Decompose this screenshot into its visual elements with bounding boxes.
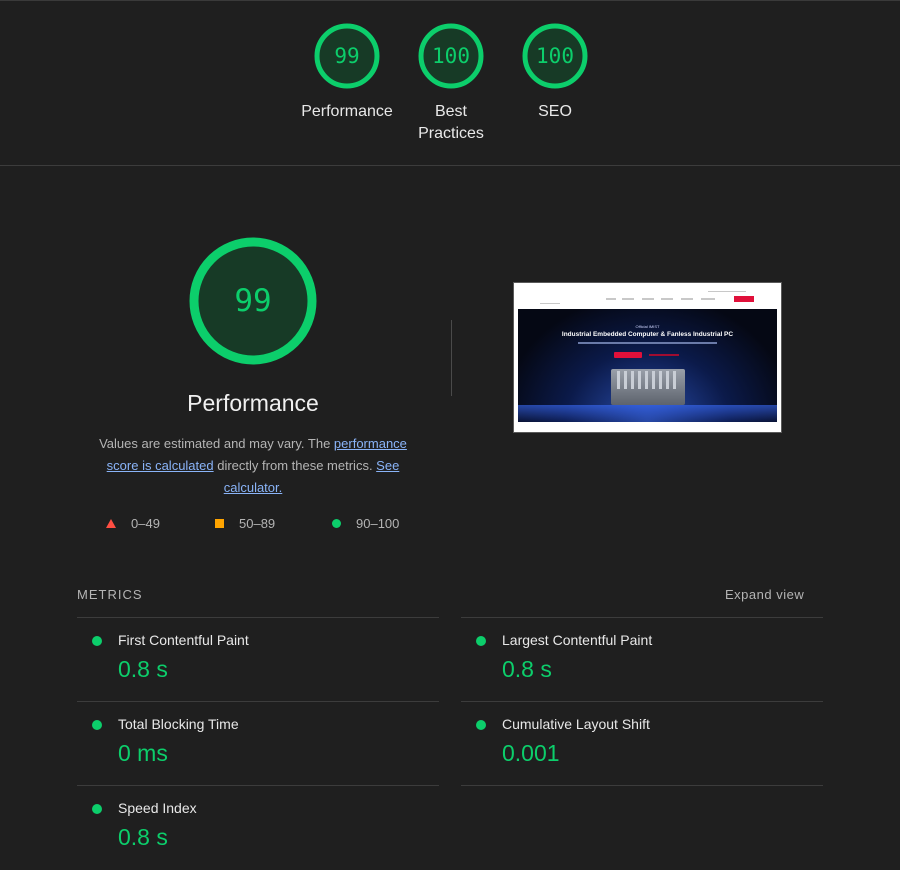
hero-kicker: Official IMIST [635, 324, 660, 329]
fin [652, 371, 655, 389]
hero-title: Industrial Embedded Computer & Fanless I… [561, 331, 734, 338]
nav-cta [734, 296, 754, 302]
pass-icon [92, 804, 102, 814]
screenshot-hero: Official IMIST Industrial Embedded Compu… [518, 309, 777, 422]
gauge-label-best-practices[interactable]: Best Practices [391, 101, 511, 145]
nav-link [661, 298, 673, 300]
screenshot-page: Official IMIST Industrial Embedded Compu… [518, 287, 777, 428]
metric-title: Total Blocking Time [118, 716, 239, 732]
divider [451, 320, 452, 396]
nav-topline [708, 291, 746, 292]
metric-largest-contentful-paint: Largest Contentful Paint 0.8 s [461, 617, 823, 702]
fin [617, 371, 620, 389]
nav-link [606, 298, 616, 300]
performance-score: 99 [234, 283, 272, 319]
fin [638, 371, 641, 389]
metrics-divider [461, 785, 823, 786]
legend-range: 0–49 [131, 516, 160, 531]
metric-value: 0.8 s [118, 656, 168, 682]
fin [673, 371, 676, 389]
performance-description: Values are estimated and may vary. The p… [86, 433, 420, 499]
performance-title: Performance [187, 390, 319, 416]
gauge-score: 100 [536, 44, 574, 68]
score-legend: 0–49 50–89 90–100 [0, 516, 500, 536]
gauge-performance[interactable]: 99 [313, 22, 381, 90]
gauge-best-practices[interactable]: 100 [417, 22, 485, 90]
fin [624, 371, 627, 389]
metric-value: 0.8 s [118, 824, 168, 850]
metrics-heading: METRICS [77, 587, 143, 602]
gauge-label-performance[interactable]: Performance [287, 101, 407, 123]
pass-icon [92, 636, 102, 646]
summary-header: 99 Performance 100 Best Practices 100 SE… [0, 0, 900, 166]
nav-link [701, 298, 715, 300]
metric-first-contentful-paint: First Contentful Paint 0.8 s [77, 617, 439, 702]
metric-value: 0 ms [118, 740, 168, 766]
metric-title: Cumulative Layout Shift [502, 716, 650, 732]
fin [645, 371, 648, 389]
square-icon [215, 519, 224, 528]
hero-subtitle [578, 342, 717, 344]
desc-text: Values are estimated and may vary. The [99, 436, 334, 451]
legend-average: 50–89 [215, 516, 275, 531]
pass-icon [476, 720, 486, 730]
fin [631, 371, 634, 389]
product-image [611, 369, 685, 405]
legend-range: 50–89 [239, 516, 276, 531]
metric-title: First Contentful Paint [118, 632, 249, 648]
final-screenshot[interactable]: Official IMIST Industrial Embedded Compu… [513, 282, 782, 433]
metric-value: 0.001 [502, 740, 560, 766]
circle-icon [332, 519, 341, 528]
metric-title: Speed Index [118, 800, 197, 816]
gauge-score: 99 [334, 44, 360, 68]
metric-title: Largest Contentful Paint [502, 632, 653, 648]
legend-fail: 0–49 [106, 516, 160, 531]
nav-link [681, 298, 693, 300]
desc-text: directly from these metrics. [213, 458, 377, 473]
screenshot-nav [518, 287, 777, 309]
performance-gauge: 99 [188, 236, 318, 366]
metric-total-blocking-time: Total Blocking Time 0 ms [77, 701, 439, 786]
fin [659, 371, 662, 389]
gauge-label-seo[interactable]: SEO [495, 101, 615, 123]
metric-cumulative-layout-shift: Cumulative Layout Shift 0.001 [461, 701, 823, 786]
hero-link [649, 354, 679, 356]
metric-speed-index: Speed Index 0.8 s [77, 785, 439, 870]
triangle-icon [106, 519, 116, 528]
nav-logo [540, 303, 560, 304]
gauge-seo[interactable]: 100 [521, 22, 589, 90]
pass-icon [92, 720, 102, 730]
legend-range: 90–100 [356, 516, 400, 531]
hero-glow [518, 405, 777, 422]
gauge-score: 100 [432, 44, 470, 68]
fin [666, 371, 669, 389]
pass-icon [476, 636, 486, 646]
metric-value: 0.8 s [502, 656, 552, 682]
nav-link [622, 298, 634, 300]
expand-view-toggle[interactable]: Expand view [725, 587, 804, 602]
hero-button [614, 352, 642, 358]
legend-pass: 90–100 [332, 516, 399, 531]
nav-link [642, 298, 654, 300]
